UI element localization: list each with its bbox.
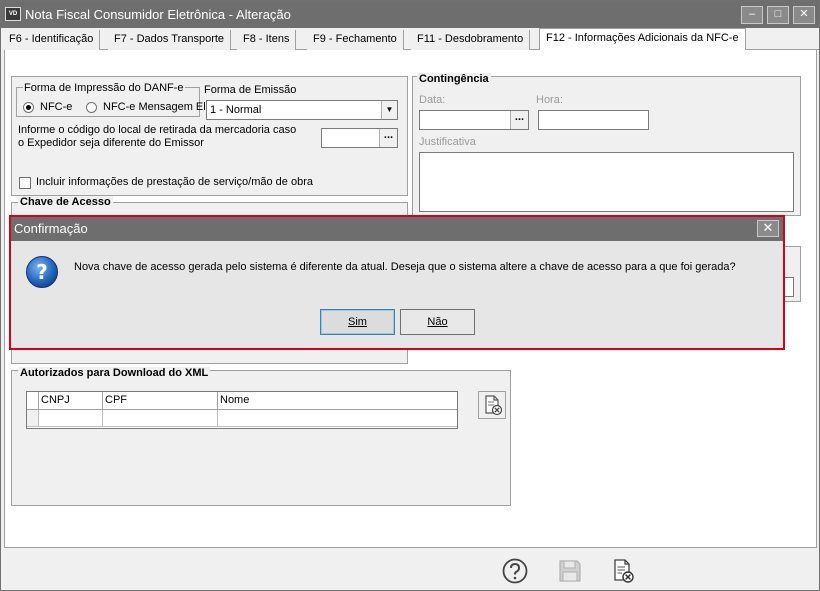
close-button[interactable]: ✕	[793, 6, 815, 24]
data-label: Data:	[419, 94, 446, 106]
save-icon	[559, 560, 581, 582]
radio-nfce-mensagem-label: NFC-e Mensagem El	[103, 101, 206, 113]
servico-checkbox[interactable]	[19, 177, 31, 189]
radio-nfce-mensagem[interactable]	[86, 102, 97, 113]
delete-document-icon	[485, 395, 503, 416]
forma-emissao-label: Forma de Emissão	[204, 84, 297, 96]
tab-informacoes-adicionais[interactable]: F12 - Informações Adicionais da NFC-e	[539, 28, 746, 51]
grid-cell-nome[interactable]	[218, 410, 457, 427]
confirmation-dialog: Confirmação ✕ ? Nova chave de acesso ger…	[9, 215, 785, 350]
save-button[interactable]	[556, 557, 584, 585]
justificativa-textarea[interactable]	[419, 152, 794, 212]
hora-label: Hora:	[536, 94, 563, 106]
tab-bar: F6 - Identificação F7 - Dados Transporte…	[3, 28, 819, 51]
no-button[interactable]: Não	[400, 309, 475, 335]
maximize-button[interactable]: □	[767, 6, 789, 24]
help-icon	[502, 558, 528, 584]
window-title: Nota Fiscal Consumidor Eletrônica - Alte…	[25, 7, 291, 22]
hora-input[interactable]	[538, 110, 649, 130]
title-bar: VD Nota Fiscal Consumidor Eletrônica - A…	[1, 1, 819, 28]
yes-button-label: Sim	[348, 316, 367, 328]
remove-row-button[interactable]	[478, 391, 506, 419]
grid-header-cnpj[interactable]: CNPJ	[39, 392, 103, 410]
grid-cell-cpf[interactable]	[103, 410, 218, 427]
retirada-label-line2: o Expedidor seja diferente do Emissor	[18, 137, 204, 149]
retirada-label-line1: Informe o código do local de retirada da…	[18, 124, 297, 136]
contingencia-panel: Contingência Data: Hora: ... Justificati…	[412, 73, 801, 216]
bottom-toolbar	[2, 549, 818, 590]
tab-itens[interactable]: F8 - Itens	[237, 30, 297, 50]
radio-nfce-label: NFC-e	[40, 101, 73, 113]
grid-header-nome[interactable]: Nome	[218, 392, 457, 410]
dialog-close-button[interactable]: ✕	[757, 220, 779, 237]
grid-header-cpf[interactable]: CPF	[103, 392, 218, 410]
tab-dados-transporte[interactable]: F7 - Dados Transporte	[108, 30, 232, 50]
grid-row-indicator	[27, 410, 39, 427]
autorizados-title: Autorizados para Download do XML	[18, 367, 211, 379]
grid-indicator-header	[27, 392, 39, 410]
grid-cell-cnpj[interactable]	[39, 410, 103, 427]
dialog-title: Confirmação	[14, 221, 88, 236]
data-input[interactable]: ...	[419, 110, 529, 130]
dialog-body: ? Nova chave de acesso gerada pelo siste…	[11, 241, 783, 348]
forma-emissao-value: 1 - Normal	[210, 104, 262, 116]
tab-desdobramento[interactable]: F11 - Desdobramento	[411, 30, 531, 50]
retirada-ellipsis-button[interactable]: ...	[379, 129, 397, 147]
dialog-message: Nova chave de acesso gerada pelo sistema…	[74, 261, 736, 273]
retirada-input[interactable]: ...	[321, 128, 398, 148]
chave-acesso-title: Chave de Acesso	[18, 196, 113, 208]
danfe-group-label: Forma de Impressão do DANF-e	[23, 82, 185, 94]
chevron-down-icon[interactable]: ▼	[381, 101, 397, 119]
radio-nfce[interactable]	[23, 102, 34, 113]
autorizados-panel: Autorizados para Download do XML CNPJ CP…	[11, 367, 511, 506]
help-button[interactable]	[501, 557, 529, 585]
forma-emissao-select[interactable]: 1 - Normal ▼	[206, 100, 398, 120]
data-ellipsis-button[interactable]: ...	[510, 111, 528, 129]
cancel-document-icon	[614, 559, 634, 583]
question-icon: ?	[26, 256, 58, 288]
autorizados-grid[interactable]: CNPJ CPF Nome	[26, 391, 458, 429]
yes-button[interactable]: Sim	[320, 309, 395, 335]
cancel-button[interactable]	[609, 557, 637, 585]
impressao-panel: Forma de Impressão do DANF-e NFC-e NFC-e…	[11, 76, 408, 196]
no-button-label: Não	[427, 316, 448, 328]
contingencia-title: Contingência	[417, 73, 491, 85]
justificativa-label: Justificativa	[419, 136, 476, 148]
tab-identificacao[interactable]: F6 - Identificação	[3, 30, 101, 50]
dialog-title-bar: Confirmação ✕	[11, 217, 783, 241]
tab-fechamento[interactable]: F9 - Fechamento	[307, 30, 404, 50]
app-icon: VD	[5, 7, 21, 21]
minimize-button[interactable]: –	[741, 6, 763, 24]
servico-label: Incluir informações de prestação de serv…	[36, 176, 313, 188]
question-icon-glyph: ?	[36, 260, 48, 284]
